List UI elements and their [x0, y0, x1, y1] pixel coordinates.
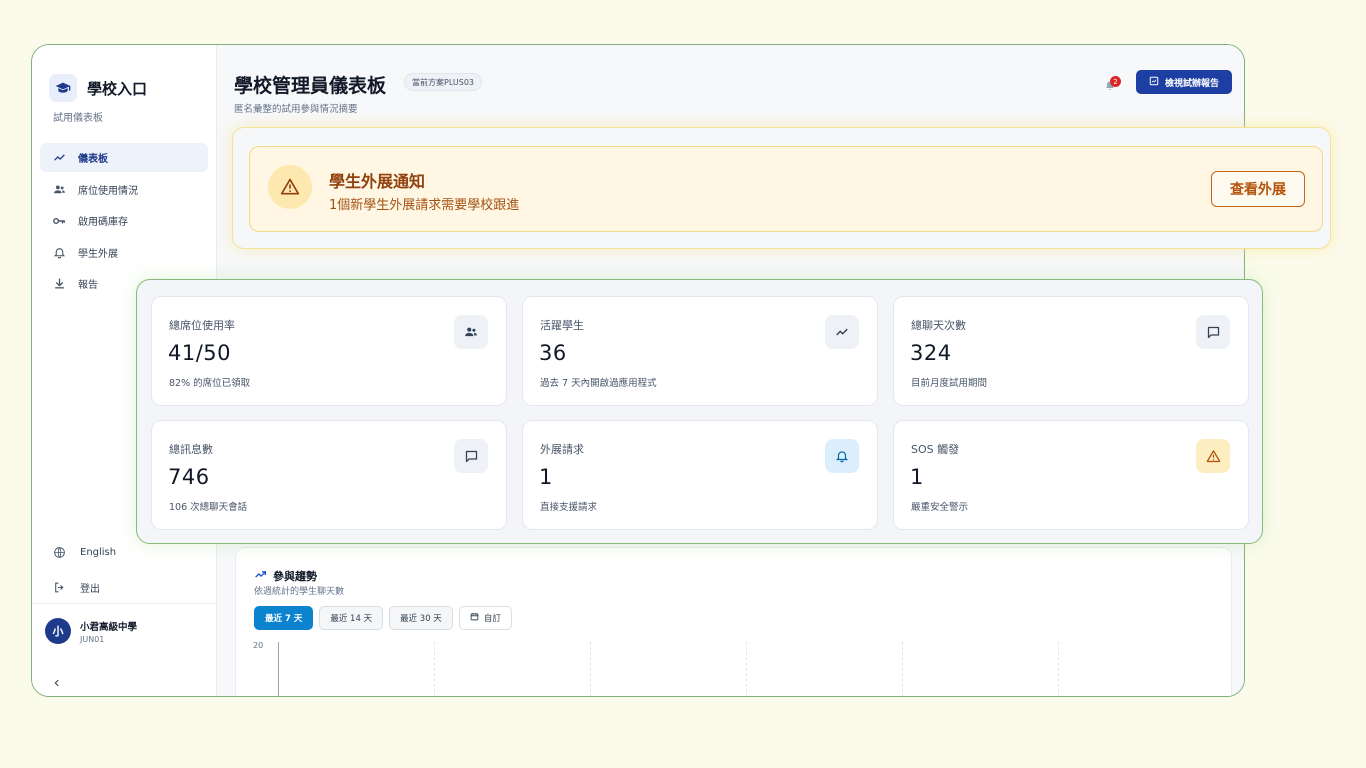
alert-title: 學生外展通知: [329, 172, 426, 191]
y-axis-line: [278, 642, 279, 696]
stat-card-total-chats: 總聊天次數 324 目前月度試用期間: [893, 296, 1249, 406]
users-icon: [454, 315, 488, 349]
logout-icon: [52, 581, 66, 595]
brand-name: 學校入口: [87, 79, 148, 98]
users-icon: [52, 182, 66, 196]
view-outreach-button[interactable]: 查看外展: [1211, 171, 1305, 207]
stat-label: 外展請求: [540, 443, 584, 456]
range-7-days-button[interactable]: 最近 7 天: [254, 606, 314, 630]
download-icon: [52, 277, 66, 291]
stat-label: 活躍學生: [540, 319, 584, 332]
y-axis-tick: 20: [253, 641, 264, 650]
logout-label: 登出: [80, 584, 100, 595]
grid-line: [434, 642, 435, 696]
sidebar-item-label: 報告: [78, 280, 98, 291]
report-icon: [1149, 76, 1159, 89]
sidebar-item-label: 啟用碼庫存: [78, 217, 128, 228]
range-custom-label: 自訂: [483, 614, 501, 624]
stat-label: 總訊息數: [169, 443, 213, 456]
trend-icon: [254, 566, 267, 585]
sidebar-item-label: 儀表板: [78, 154, 108, 165]
trend-icon: [825, 315, 859, 349]
bell-icon: [825, 439, 859, 473]
grid-line: [746, 642, 747, 696]
globe-icon: [52, 545, 66, 559]
sidebar-item-activation-codes[interactable]: 啟用碼庫存: [40, 206, 208, 235]
stat-value: 746: [168, 465, 210, 489]
key-icon: [52, 214, 66, 228]
bell-icon: [52, 245, 66, 259]
logout-button[interactable]: 登出: [52, 580, 100, 595]
stat-note: 82% 的席位已領取: [169, 378, 251, 389]
chart-subtitle: 依週統計的學生聊天數: [254, 587, 345, 597]
collapse-sidebar-button[interactable]: [52, 673, 62, 692]
view-pilot-report-button[interactable]: 檢視試辦報告: [1136, 70, 1232, 94]
stat-card-active-students: 活躍學生 36 過去 7 天內開啟過應用程式: [522, 296, 878, 406]
range-selector: 最近 7 天 最近 14 天 最近 30 天 自訂: [254, 606, 512, 630]
report-button-label: 檢視試辦報告: [1164, 78, 1219, 89]
sidebar-item-seat-usage[interactable]: 席位使用情況: [40, 175, 208, 204]
stats-callout: 總席位使用率 41/50 82% 的席位已領取 活躍學生 36 過去 7 天內開…: [136, 279, 1263, 544]
sidebar-item-label: 席位使用情況: [78, 185, 138, 197]
stat-card-total-messages: 總訊息數 746 106 次總聊天會話: [151, 420, 507, 530]
stat-note: 106 次總聊天會話: [169, 502, 248, 513]
range-30-days-button[interactable]: 最近 30 天: [389, 606, 453, 630]
avatar: 小: [45, 618, 71, 644]
stat-value: 41/50: [168, 341, 232, 365]
page-title: 學校管理員儀表板: [234, 75, 387, 97]
stat-label: SOS 觸發: [911, 443, 960, 456]
user-profile[interactable]: 小 小君高級中學 JUN01: [45, 618, 137, 644]
stat-note: 直接支援請求: [540, 502, 598, 513]
grid-line: [1058, 642, 1059, 696]
brand[interactable]: 學校入口: [49, 74, 147, 102]
stat-note: 嚴重安全警示: [911, 502, 969, 513]
user-name: 小君高級中學: [80, 621, 138, 633]
calendar-icon: [470, 612, 479, 624]
range-14-days-button[interactable]: 最近 14 天: [319, 606, 384, 630]
sidebar-item-dashboard[interactable]: 儀表板: [40, 143, 208, 172]
outreach-alert: 學生外展通知 1個新學生外展請求需要學校跟進 查看外展: [249, 146, 1323, 232]
outreach-alert-callout: 學生外展通知 1個新學生外展請求需要學校跟進 查看外展: [232, 127, 1331, 249]
stat-value: 1: [539, 465, 553, 489]
chat-icon: [1196, 315, 1230, 349]
sidebar-item-label: 學生外展: [78, 248, 118, 260]
page-subtitle: 匿名彙整的試用參與情況摘要: [234, 104, 358, 115]
notification-count-badge: 2: [1110, 76, 1121, 87]
stat-note: 過去 7 天內開啟過應用程式: [540, 378, 657, 389]
stat-card-sos-triggers: SOS 觸發 1 嚴重安全警示: [893, 420, 1249, 530]
engagement-trend-panel: 參與趨勢 依週統計的學生聊天數 最近 7 天 最近 14 天 最近 30 天 自…: [235, 547, 1232, 696]
warning-icon: [268, 165, 312, 209]
grid-line: [590, 642, 591, 696]
stat-card-seat-usage: 總席位使用率 41/50 82% 的席位已領取: [151, 296, 507, 406]
chart-title: 參與趨勢: [273, 569, 317, 583]
trend-icon: [52, 151, 66, 165]
sidebar-nav: 儀表板 席位使用情況 啟用碼庫存 學生外展 報告: [40, 143, 208, 301]
stat-value: 36: [539, 341, 567, 365]
alert-text: 1個新學生外展請求需要學校跟進: [329, 198, 520, 213]
stat-card-outreach-requests: 外展請求 1 直接支援請求: [522, 420, 878, 530]
stat-label: 總聊天次數: [911, 319, 966, 332]
stat-label: 總席位使用率: [169, 319, 235, 332]
message-icon: [454, 439, 488, 473]
range-custom-button[interactable]: 自訂: [458, 606, 512, 630]
sidebar-item-outreach[interactable]: 學生外展: [40, 238, 208, 267]
stat-value: 324: [910, 341, 952, 365]
stat-value: 1: [910, 465, 924, 489]
user-code: JUN01: [80, 634, 105, 644]
chevron-left-icon: [52, 673, 62, 692]
language-label: English: [80, 546, 117, 558]
warning-icon: [1196, 439, 1230, 473]
stat-note: 目前月度試用期間: [911, 378, 988, 389]
grid-line: [902, 642, 903, 696]
plan-badge: 當前方案PLUS03: [404, 73, 482, 91]
language-switch[interactable]: English: [52, 545, 116, 559]
graduation-cap-icon: [49, 74, 77, 102]
divider: [32, 603, 217, 604]
brand-subtitle: 試用儀表板: [53, 113, 103, 124]
